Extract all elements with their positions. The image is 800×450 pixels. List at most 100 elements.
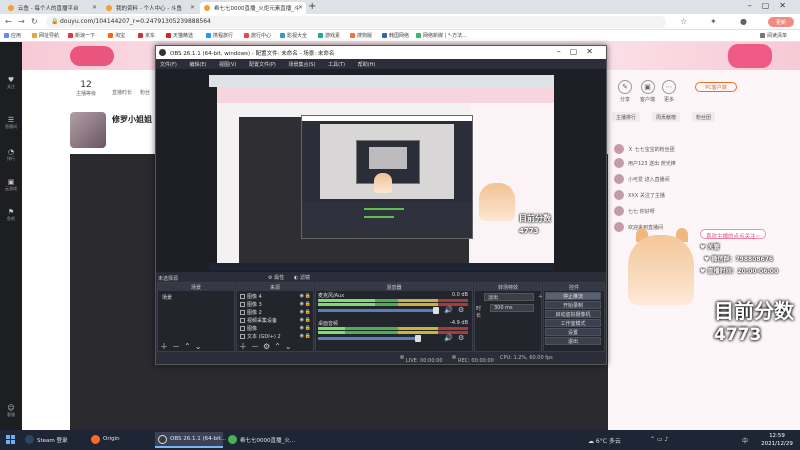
close-tab-icon[interactable]: ✕ [190, 4, 195, 11]
exit-button[interactable]: 退出 [545, 337, 601, 345]
reload-icon[interactable]: ↻ [31, 17, 38, 26]
menu-profile[interactable]: 配置文件(P) [249, 62, 276, 68]
bookmark-item[interactable]: 新浪一下 [68, 32, 95, 39]
url-input[interactable]: 🔒 douyu.com/104144207_r=0.24791305239888… [46, 16, 666, 28]
menu-help[interactable]: 帮助(H) [358, 62, 376, 68]
gear-icon[interactable]: ⚙ [458, 306, 464, 314]
bookmark-item[interactable]: 搜狗版 [350, 32, 372, 39]
eye-icon[interactable]: ◉ [300, 293, 304, 299]
update-button[interactable]: 更新 [768, 17, 794, 27]
menu-file[interactable]: 文件(F) [160, 62, 177, 68]
start-recording-button[interactable]: 开始录制 [545, 301, 601, 309]
lock-icon[interactable]: 🔒 [305, 309, 311, 315]
network-icon[interactable]: ▭ [657, 436, 663, 443]
scene-controls[interactable]: ＋－⌃⌄ [160, 341, 205, 352]
new-tab-button[interactable]: + [308, 1, 316, 12]
anchor-name[interactable]: 修罗小姐姐 - [112, 114, 158, 125]
menu-view[interactable]: 视图(V) [219, 62, 236, 68]
taskbar-app-browser[interactable]: 希七七0000直播_火... [225, 432, 295, 448]
tab-contribution[interactable]: 周贡献榜 [652, 112, 681, 122]
bookmark-item[interactable]: 应用 [4, 32, 21, 39]
eye-icon[interactable]: ◉ [300, 309, 304, 315]
lock-icon[interactable]: 🔒 [305, 293, 311, 299]
chevron-up-icon[interactable]: ⌃ [650, 436, 655, 443]
eye-icon[interactable]: ◉ [300, 333, 304, 339]
more-button[interactable]: ⋯ 更多 [662, 80, 676, 103]
bookmark-star-icon[interactable]: ☆ [680, 17, 687, 26]
source-item[interactable]: 图像 2 ◉ 🔒 [240, 309, 312, 317]
share-button[interactable]: ✎ 分享 [618, 80, 632, 103]
menu-edit[interactable]: 编辑(E) [189, 62, 206, 68]
pc-client-button[interactable]: PC客户端 [695, 82, 737, 92]
bookmark-item[interactable]: 京东 [138, 32, 155, 39]
eye-icon[interactable]: ◉ [300, 317, 304, 323]
bookmark-item[interactable]: 淘宝 [108, 32, 125, 39]
tab-rank[interactable]: 主播排行 [612, 112, 641, 122]
bookmark-item[interactable]: 网络新媒 | *-方法... [416, 32, 467, 39]
menu-tools[interactable]: 工具(T) [328, 62, 345, 68]
bookmark-item[interactable]: 网址导航 [32, 32, 59, 39]
source-item[interactable]: 视频采集设备 ◉ 🔒 [240, 317, 312, 325]
settings-button[interactable]: 设置 [545, 328, 601, 336]
client-button[interactable]: ▣ 客户端 [640, 80, 655, 103]
scene-item[interactable]: 场景 [160, 293, 234, 301]
duration-input[interactable]: 300 ms [490, 304, 534, 312]
tray-icons[interactable]: ⌃ ▭ ♪ [650, 436, 668, 443]
input-language[interactable]: 中 [742, 436, 748, 445]
source-controls[interactable]: ＋－⚙⌃⌄ [239, 341, 296, 352]
nav-follow[interactable]: ♥ 关注 [0, 76, 22, 90]
nav-service[interactable]: ☺ 客服 [0, 404, 22, 418]
gear-icon[interactable]: ⚙ [458, 334, 464, 342]
source-item[interactable]: 文本 (GDI+) 2 ◉ 🔒 [240, 333, 312, 341]
speaker-icon[interactable]: 🔊 [444, 306, 453, 314]
forward-icon[interactable]: → [18, 17, 25, 26]
obs-window-controls[interactable]: –▢✕ [557, 47, 602, 56]
slider-handle[interactable] [415, 335, 421, 342]
window-controls[interactable]: –▢✕ [748, 1, 796, 10]
nav-cloud-game[interactable]: ▣ 云游戏 [0, 178, 22, 192]
nav-yuba[interactable]: ⚑ 鱼吧 [0, 208, 22, 222]
menu-scene-collection[interactable]: 场景集合(S) [288, 62, 315, 68]
studio-mode-button[interactable]: 工作室模式 [545, 319, 601, 327]
lock-icon[interactable]: 🔒 [305, 325, 311, 331]
filters-button[interactable]: ◐ 滤镜 [294, 274, 310, 281]
mic-volume-slider[interactable] [318, 307, 439, 314]
slider-handle[interactable] [433, 307, 439, 314]
weather-widget[interactable]: ☁ 6°C 多云 [588, 436, 621, 445]
browser-tab-1[interactable]: 云鱼 - 每个人的直播平台 ✕ [4, 2, 100, 14]
lock-icon[interactable]: 🔒 [305, 301, 311, 307]
browser-tab-2[interactable]: 我的资料 - 个人中心 - 斗鱼 ✕ [102, 2, 198, 14]
close-tab-icon[interactable]: ✕ [298, 4, 303, 11]
close-tab-icon[interactable]: ✕ [92, 4, 97, 11]
taskbar-clock[interactable]: 12:59 2021/12/29 [760, 432, 794, 448]
profile-icon[interactable]: ● [740, 17, 747, 26]
tab-fanclub[interactable]: 粉丝团 [692, 112, 716, 122]
nav-rank[interactable]: ◔ 排行 [0, 148, 22, 162]
windows-start-icon[interactable] [6, 435, 16, 445]
lock-icon[interactable]: 🔒 [305, 317, 311, 323]
eye-icon[interactable]: ◉ [300, 325, 304, 331]
bookmark-item[interactable]: 韩国网络 [382, 32, 409, 39]
bookmark-item[interactable]: 旅行中心 [244, 32, 271, 39]
browser-tab-3[interactable]: 希七七0000直播_火炬元素直播_斗 ✕ [200, 2, 306, 14]
anchor-avatar[interactable] [70, 112, 106, 148]
taskbar-app-origin[interactable]: Origin [88, 432, 150, 448]
taskbar-app-obs[interactable]: OBS 26.1.1 (64-bit... [155, 432, 226, 448]
transition-select[interactable]: 淡出 [484, 293, 534, 301]
desktop-volume-slider[interactable] [318, 335, 421, 342]
bookmark-item[interactable]: 游戏素 [318, 32, 340, 39]
bookmark-item[interactable]: 携程旅行 [206, 32, 233, 39]
back-icon[interactable]: ← [5, 17, 12, 26]
eye-icon[interactable]: ◉ [300, 301, 304, 307]
source-item[interactable]: 图像 4 ◉ 🔒 [240, 293, 312, 301]
extensions-icon[interactable]: ✦ [710, 17, 717, 26]
source-item[interactable]: 图像 3 ◉ 🔒 [240, 301, 312, 309]
obs-preview-canvas[interactable]: 目前分数 4773 [209, 75, 554, 271]
source-item[interactable]: 图像 ◉ 🔒 [240, 325, 312, 333]
bookmark-item[interactable]: 影视大全 [280, 32, 307, 39]
nav-live[interactable]: ☰ 直播间 [0, 116, 22, 130]
reading-list[interactable]: 阅读清单 [760, 32, 787, 39]
lock-icon[interactable]: 🔒 [305, 333, 311, 339]
virtual-camera-button[interactable]: 启动虚拟摄像机 [545, 310, 601, 318]
bookmark-item[interactable]: 天猫精选 [166, 32, 193, 39]
